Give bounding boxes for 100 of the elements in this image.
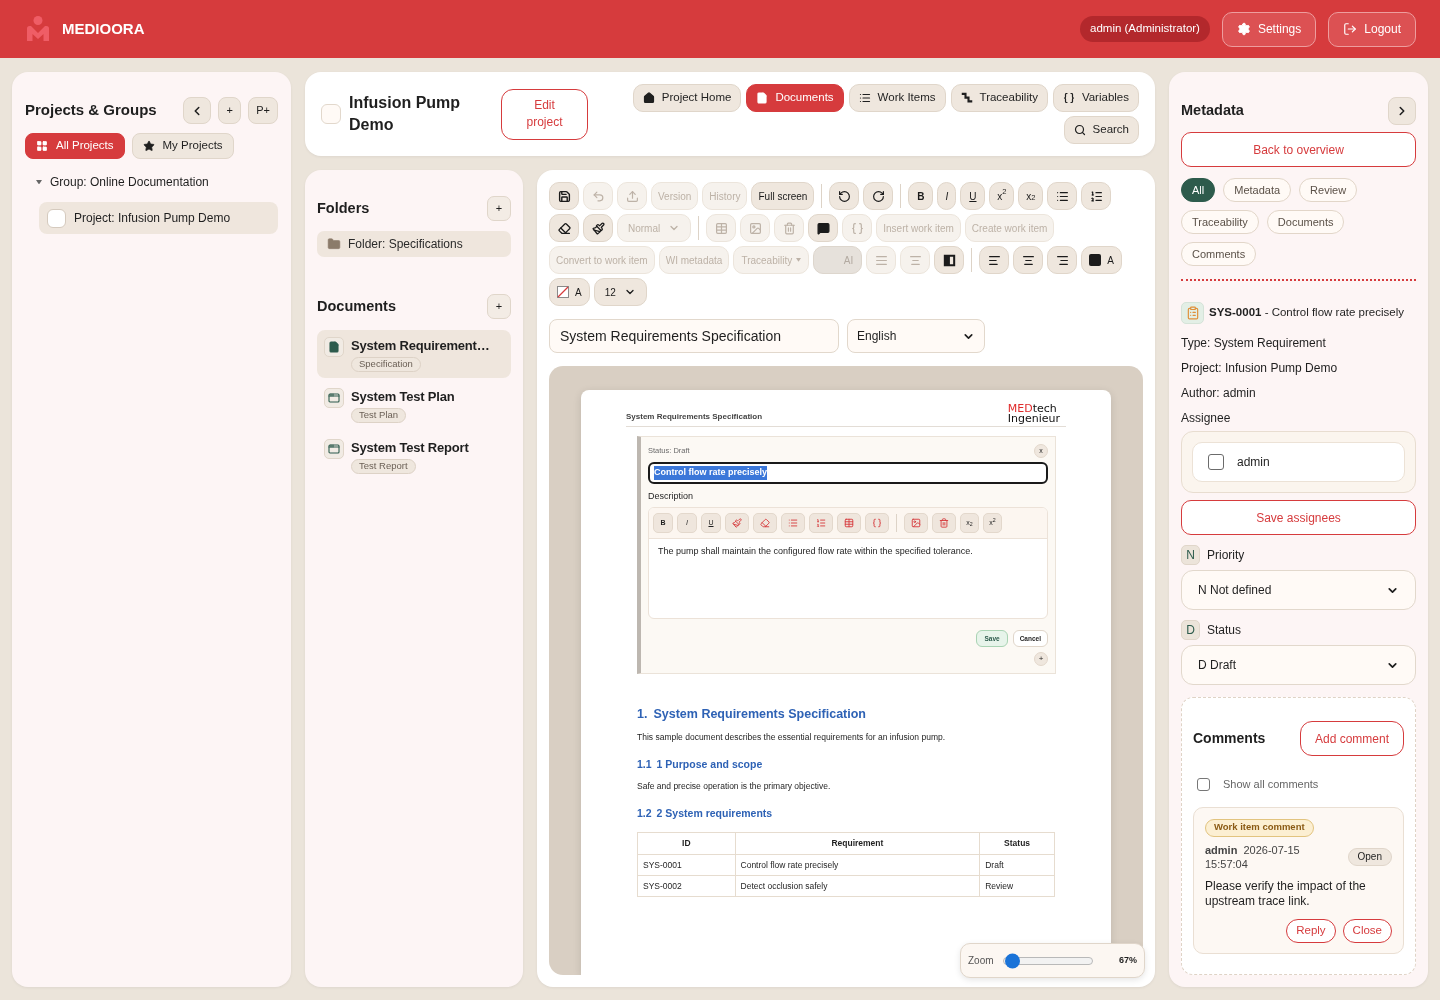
insert-image-button[interactable] <box>904 513 928 533</box>
toolbar-button[interactable]: Full screen <box>751 182 815 210</box>
curved-arrow-icon <box>591 189 605 203</box>
add-button[interactable]: + <box>1034 652 1048 666</box>
nav-tab[interactable]: Project Home <box>632 84 742 112</box>
back-button[interactable]: Back to overview <box>1181 132 1416 167</box>
bold-button[interactable]: B <box>908 182 934 210</box>
filter-chip[interactable]: Review <box>1299 178 1358 202</box>
group-item[interactable]: Group: Online Documentation <box>25 173 209 191</box>
nav-tab[interactable]: Work Items <box>848 84 946 112</box>
insert-table-button[interactable] <box>837 513 861 533</box>
zoom-slider[interactable] <box>1002 956 1093 965</box>
add-button[interactable]: P+ <box>248 97 278 124</box>
logout-button[interactable]: Logout <box>1328 11 1416 47</box>
collapse-button[interactable] <box>1388 97 1416 125</box>
add-folder-button[interactable]: + <box>487 196 511 221</box>
underline-button[interactable]: U <box>960 182 986 210</box>
table-cell: SYS-0001 <box>637 854 736 876</box>
lines-icon <box>874 253 888 267</box>
add-comment-button[interactable]: Add comment <box>1299 721 1404 756</box>
align-left-button[interactable] <box>979 246 1010 274</box>
document-title-field[interactable]: System Requirements Specification <box>549 319 839 353</box>
company-logo: MEDtech Ingenieur <box>1007 404 1060 424</box>
clear-format-button[interactable] <box>549 214 579 242</box>
nav-tab[interactable]: Variables <box>1052 84 1139 112</box>
nav-tab[interactable]: Search <box>1063 116 1139 144</box>
checkbox[interactable] <box>1197 777 1210 791</box>
contrast-button[interactable] <box>934 246 965 274</box>
comment-action-button[interactable]: Reply <box>1286 918 1336 943</box>
folder-item[interactable]: Folder: Specifications <box>317 231 511 257</box>
filter-chip[interactable]: Documents <box>1266 210 1345 234</box>
section-title: Comments <box>1193 729 1266 748</box>
section-title: Documents <box>317 296 396 316</box>
add-document-button[interactable]: + <box>487 294 511 319</box>
edit-project-button[interactable]: Edit project <box>501 88 588 140</box>
filter-chip[interactable]: Metadata <box>1223 178 1292 202</box>
description-field[interactable]: The pump shall maintain the configured flow rate within the specified tolerance. <box>649 539 1047 618</box>
item-title: SYS-0001 - Control flow rate precisely <box>1209 305 1404 321</box>
filter-tab[interactable]: My Projects <box>131 133 234 159</box>
dropdown-select[interactable]: N Not defined <box>1181 570 1416 610</box>
title-field[interactable]: Control flow rate precisely <box>648 462 1048 484</box>
filter-chip[interactable]: All <box>1181 178 1216 202</box>
table-cell: Control flow rate precisely <box>735 854 980 876</box>
slider-thumb[interactable] <box>1005 953 1020 968</box>
trash-icon <box>782 221 796 235</box>
redo-button[interactable] <box>863 182 894 210</box>
brush-icon <box>732 518 742 528</box>
script-button[interactable]: x$_{2}$ <box>1018 182 1044 210</box>
file-icon <box>324 337 344 357</box>
save-assignees-button[interactable]: Save assignees <box>1181 500 1416 535</box>
filter-chip[interactable]: Comments <box>1181 242 1257 266</box>
window-icon <box>324 439 344 459</box>
toolbar-select[interactable]: 12 <box>593 278 647 306</box>
text-color-button[interactable]: A <box>1081 246 1122 274</box>
script-button[interactable]: x$^{2}$ <box>989 182 1015 210</box>
add-button[interactable]: + <box>218 97 242 124</box>
file-icon <box>756 92 769 104</box>
format-painter-button[interactable] <box>583 214 613 242</box>
paragraph: This sample document describes the essential requirements for an infusion pump. <box>637 732 947 743</box>
numbered-list-icon <box>1089 189 1103 203</box>
document-item[interactable]: System Requirement… Specification <box>317 330 511 378</box>
collapse-button[interactable] <box>183 97 212 124</box>
language-select[interactable]: English <box>847 319 985 353</box>
delete-button[interactable] <box>932 513 956 533</box>
save-button[interactable] <box>549 182 579 210</box>
italic-button[interactable]: I <box>937 182 957 210</box>
project-item[interactable]: Project: Infusion Pump Demo <box>39 202 278 234</box>
assignee-option[interactable]: admin <box>1192 442 1405 482</box>
document-item[interactable]: System Test Report Test Report <box>317 432 511 480</box>
undo-button[interactable] <box>829 182 860 210</box>
document-title: System Test Plan <box>351 388 455 406</box>
checkbox[interactable] <box>1208 454 1224 470</box>
variable-button[interactable] <box>865 513 889 533</box>
bullet-list-button[interactable] <box>1047 182 1078 210</box>
document-item[interactable]: System Test Plan Test Plan <box>317 381 511 429</box>
numbered-list-button[interactable] <box>1081 182 1112 210</box>
comment-button[interactable] <box>808 214 839 242</box>
settings-button[interactable]: Settings <box>1221 11 1317 47</box>
metadata-field: Author: admin <box>1181 380 1416 405</box>
align-right-button[interactable] <box>1047 246 1078 274</box>
field-label: Description <box>648 490 695 502</box>
filter-tab[interactable]: All Projects <box>25 133 125 159</box>
highlight-color-button[interactable]: A <box>549 278 590 306</box>
house-icon <box>642 92 655 104</box>
checkbox-label: Show all comments <box>1223 777 1319 792</box>
column-header: Requirement <box>735 832 980 855</box>
subsection-heading: 1.2 2 System requirements <box>637 806 774 820</box>
filter-chip[interactable]: Traceability <box>1181 210 1259 234</box>
metadata-field: Type: System Requirement <box>1181 330 1416 355</box>
braces-icon <box>872 518 882 528</box>
table-cell: Review <box>979 875 1055 897</box>
comment-action-button[interactable]: Close <box>1342 918 1392 943</box>
lines-icon <box>908 253 922 267</box>
nav-tab[interactable]: Traceability <box>950 84 1048 112</box>
steps-icon <box>960 92 973 104</box>
nav-tab[interactable]: Documents <box>746 84 844 112</box>
braces-icon <box>850 221 864 235</box>
logo-icon <box>27 16 49 42</box>
dropdown-select[interactable]: D Draft <box>1181 645 1416 685</box>
align-center-button[interactable] <box>1013 246 1044 274</box>
